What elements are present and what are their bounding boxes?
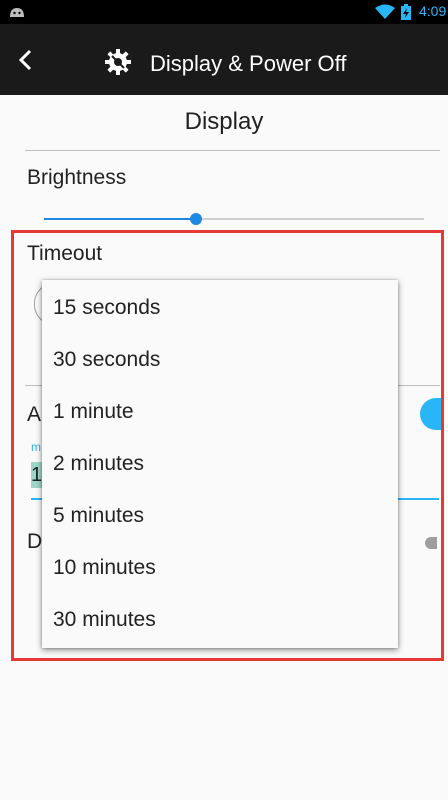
timeout-option-15-seconds[interactable]: 15 seconds (42, 282, 398, 334)
timeout-option-30-seconds[interactable]: 30 seconds (42, 334, 398, 386)
brightness-slider-fill (44, 218, 196, 220)
timeout-option-5-minutes[interactable]: 5 minutes (42, 490, 398, 542)
android-icon (10, 8, 24, 17)
gear-icon (105, 49, 131, 75)
status-bar: 4:09 (0, 0, 448, 24)
timeout-option-2-minutes[interactable]: 2 minutes (42, 438, 398, 490)
battery-charging-icon (401, 4, 411, 20)
timeout-option-10-minutes[interactable]: 10 minutes (42, 542, 398, 594)
app-bar: Display & Power Off (0, 24, 448, 95)
section-divider (25, 150, 440, 151)
chevron-left-icon (18, 49, 32, 71)
timeout-option-1-minute[interactable]: 1 minute (42, 386, 398, 438)
timeout-option-30-minutes[interactable]: 30 minutes (42, 594, 398, 646)
brightness-slider[interactable] (44, 213, 424, 225)
wifi-icon (375, 4, 395, 19)
page-title: Display & Power Off (150, 51, 347, 76)
status-time: 4:09 (419, 3, 447, 19)
brightness-slider-thumb[interactable] (190, 213, 202, 225)
timeout-dropdown: 15 seconds 30 seconds 1 minute 2 minutes… (42, 280, 398, 648)
back-button[interactable] (12, 46, 40, 74)
brightness-label: Brightness (27, 166, 127, 189)
section-header-display: Display (184, 108, 264, 135)
